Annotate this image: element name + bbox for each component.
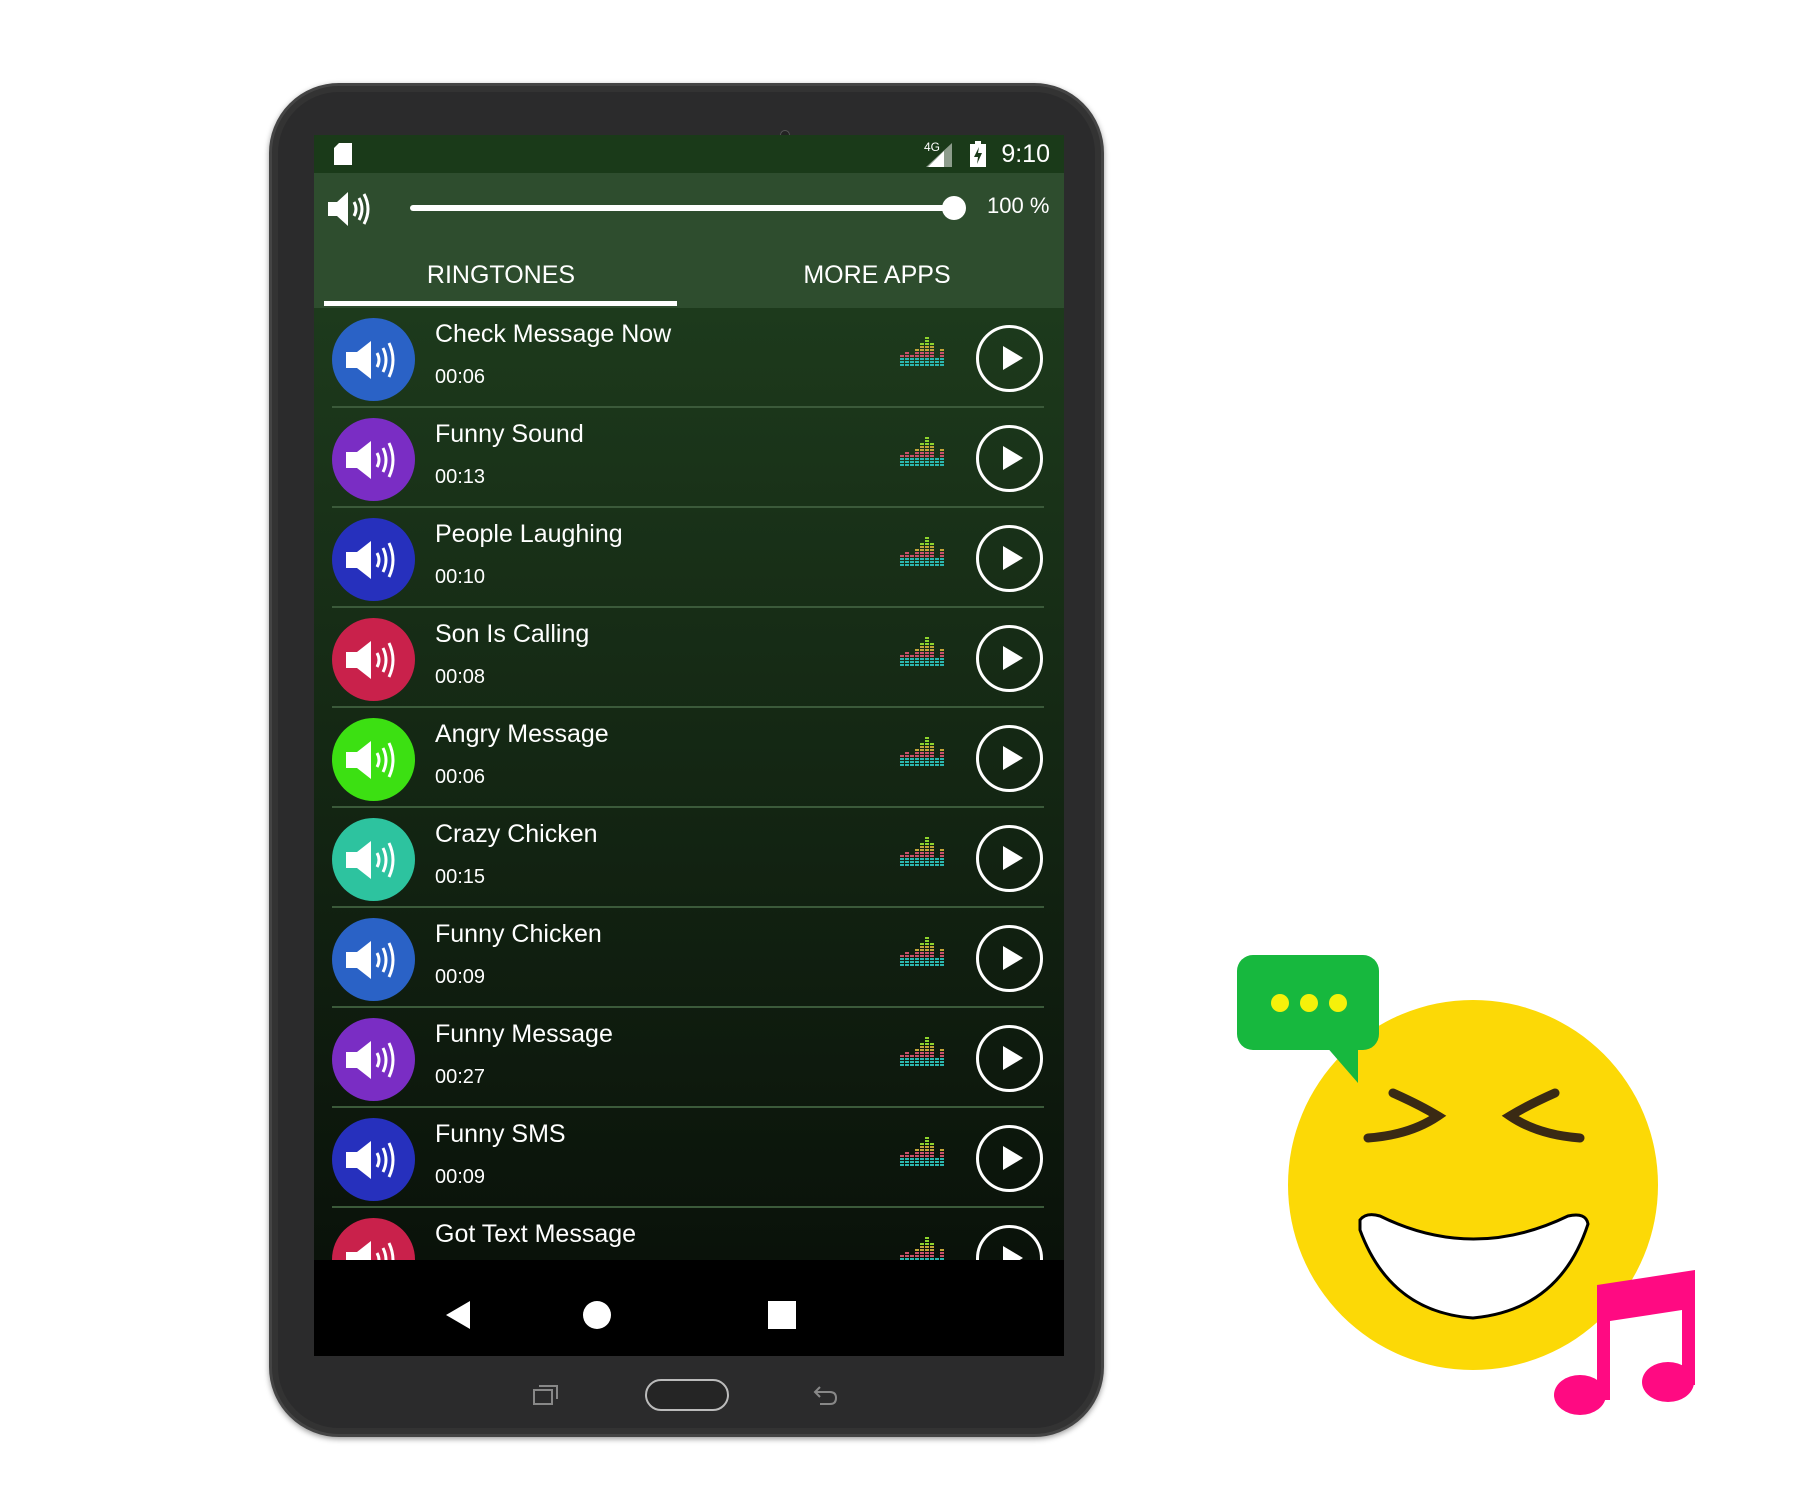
play-button[interactable]	[976, 1125, 1043, 1192]
ringtone-title: Funny Chicken	[435, 920, 602, 948]
play-button[interactable]	[976, 825, 1043, 892]
ringtone-title: Got Text Message	[435, 1220, 637, 1248]
equalizer-icon	[900, 337, 944, 366]
ringtone-title: Son Is Calling	[435, 620, 590, 648]
speaker-icon	[332, 418, 415, 501]
hardware-back-icon[interactable]	[812, 1383, 840, 1407]
tab-ringtones[interactable]: RINGTONES	[326, 261, 676, 290]
speaker-icon	[332, 718, 415, 801]
ringtone-duration: 00:15	[435, 866, 486, 888]
speaker-icon	[332, 318, 415, 401]
speaker-icon	[332, 918, 415, 1001]
equalizer-icon	[900, 537, 944, 566]
ringtone-row[interactable]: Funny Message 00:27	[314, 1008, 1064, 1108]
ringtone-duration: 00:08	[435, 666, 486, 688]
signal-icon	[926, 143, 952, 167]
recents-icon[interactable]	[768, 1301, 796, 1329]
speaker-icon	[332, 618, 415, 701]
equalizer-icon	[900, 1037, 944, 1066]
equalizer-icon	[900, 937, 944, 966]
app-header: 100 % RINGTONES MORE APPS	[314, 173, 1064, 308]
speaker-icon	[332, 1118, 415, 1201]
equalizer-icon	[900, 437, 944, 466]
ringtone-duration: 00:09	[435, 966, 486, 988]
ringtone-row[interactable]: Funny Sound 00:13	[314, 408, 1064, 508]
status-bar: 4G 9:10	[314, 135, 1064, 173]
ringtone-row[interactable]: Son Is Calling 00:08	[314, 608, 1064, 708]
play-button[interactable]	[976, 325, 1043, 392]
play-button[interactable]	[976, 1225, 1043, 1260]
ringtone-title: Funny SMS	[435, 1120, 566, 1148]
play-button[interactable]	[976, 1025, 1043, 1092]
ringtone-duration: 00:06	[435, 766, 486, 788]
hardware-home-button[interactable]	[645, 1379, 729, 1411]
home-icon[interactable]	[582, 1300, 612, 1330]
ringtone-duration: 00:27	[435, 1066, 486, 1088]
volume-icon	[328, 192, 370, 226]
sd-card-icon	[334, 143, 352, 165]
ringtone-row[interactable]: Funny SMS 00:09	[314, 1108, 1064, 1208]
speaker-icon	[332, 518, 415, 601]
play-button[interactable]	[976, 925, 1043, 992]
ringtone-duration: 00:10	[435, 566, 486, 588]
back-icon[interactable]	[444, 1299, 472, 1331]
ringtone-title: Funny Message	[435, 1020, 613, 1048]
play-button[interactable]	[976, 625, 1043, 692]
equalizer-icon	[900, 1137, 944, 1166]
active-tab-indicator	[324, 301, 677, 306]
speaker-icon	[332, 1018, 415, 1101]
ringtone-row[interactable]: People Laughing 00:10	[314, 508, 1064, 608]
volume-percent: 100 %	[987, 193, 1050, 218]
battery-charging-icon	[970, 141, 986, 167]
ringtone-duration: 00:06	[435, 366, 486, 388]
ringtone-row[interactable]: Crazy Chicken 00:15	[314, 808, 1064, 908]
clock: 9:10	[1001, 140, 1050, 168]
laughing-emoji-illustration	[1237, 955, 1695, 1415]
play-button[interactable]	[976, 425, 1043, 492]
app-screen: 4G 9:10 100 % RINGTONES MORE APPS Check …	[314, 135, 1064, 1356]
ringtone-title: Check Message Now	[435, 320, 672, 348]
ringtone-row[interactable]: Angry Message 00:06	[314, 708, 1064, 808]
tab-more-apps[interactable]: MORE APPS	[702, 261, 1052, 290]
volume-slider-thumb[interactable]	[942, 196, 966, 220]
ringtone-duration: 00:09	[435, 1166, 486, 1188]
hardware-recents-icon[interactable]	[532, 1383, 560, 1407]
ringtone-row[interactable]: Check Message Now 00:06	[314, 308, 1064, 408]
ringtone-duration: 00:13	[435, 466, 486, 488]
equalizer-icon	[900, 637, 944, 666]
ringtone-row[interactable]: Funny Chicken 00:09	[314, 908, 1064, 1008]
ringtone-title: Angry Message	[435, 720, 609, 748]
ringtone-title: Crazy Chicken	[435, 820, 598, 848]
equalizer-icon	[900, 1237, 944, 1260]
speaker-icon	[332, 818, 415, 901]
play-button[interactable]	[976, 725, 1043, 792]
equalizer-icon	[900, 737, 944, 766]
play-button[interactable]	[976, 525, 1043, 592]
ringtone-list[interactable]: Check Message Now 00:06 Funny Sound 00:1…	[314, 308, 1064, 1260]
ringtone-row[interactable]: Got Text Message	[314, 1208, 1064, 1260]
navigation-bar	[314, 1275, 1064, 1356]
equalizer-icon	[900, 837, 944, 866]
ringtone-title: People Laughing	[435, 520, 623, 548]
volume-slider[interactable]	[410, 196, 966, 220]
ringtone-title: Funny Sound	[435, 420, 584, 448]
speaker-icon	[332, 1218, 415, 1260]
